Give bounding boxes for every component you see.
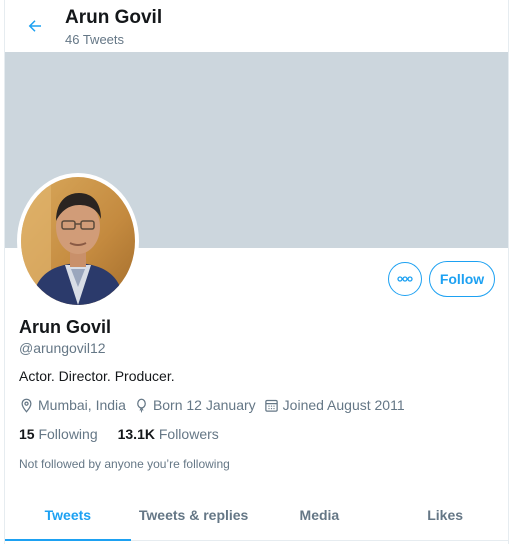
following-link[interactable]: 15 Following [19, 426, 98, 442]
followers-link[interactable]: 13.1K Followers [118, 426, 219, 442]
location: Mumbai, India [19, 397, 126, 413]
not-followed-text: Not followed by anyone you’re following [19, 457, 230, 471]
tab-tweets[interactable]: Tweets [5, 489, 131, 541]
profile-bio: Actor. Director. Producer. [19, 368, 175, 384]
tab-media[interactable]: Media [257, 489, 383, 540]
follow-stats: 15 Following 13.1K Followers [19, 426, 239, 442]
following-label: Following [38, 426, 98, 442]
joined-text: Joined August 2011 [282, 397, 405, 413]
location-pin-icon [21, 398, 32, 413]
follow-button[interactable]: Follow [429, 261, 495, 297]
profile-page: Arun Govil 46 Tweets Follow Arun Govil @… [4, 0, 509, 544]
location-text: Mumbai, India [38, 397, 126, 413]
profile-header: Arun Govil 46 Tweets [5, 0, 508, 52]
birthday: Born 12 January [134, 397, 256, 413]
tab-likes[interactable]: Likes [382, 489, 508, 540]
more-icon [397, 276, 413, 282]
profile-handle: @arungovil12 [19, 340, 106, 356]
balloon-icon [137, 398, 146, 412]
followers-label: Followers [158, 426, 219, 442]
calendar-icon [264, 399, 278, 412]
tab-tweets-replies[interactable]: Tweets & replies [131, 489, 257, 540]
tweet-count: 46 Tweets [65, 32, 125, 47]
avatar-photo [21, 177, 135, 305]
profile-tabs: Tweets Tweets & replies Media Likes [5, 489, 508, 541]
avatar[interactable] [17, 173, 139, 309]
back-arrow-icon [28, 20, 41, 32]
following-count: 15 [19, 426, 35, 442]
followers-count: 13.1K [117, 426, 155, 442]
birthday-text: Born 12 January [152, 397, 256, 413]
back-button[interactable] [21, 12, 49, 40]
profile-meta: Mumbai, India Born 12 January Joined Aug… [19, 397, 413, 413]
header-title: Arun Govil [65, 7, 163, 28]
joined-date: Joined August 2011 [264, 397, 405, 413]
more-button[interactable] [388, 262, 422, 296]
profile-name: Arun Govil [19, 317, 112, 337]
